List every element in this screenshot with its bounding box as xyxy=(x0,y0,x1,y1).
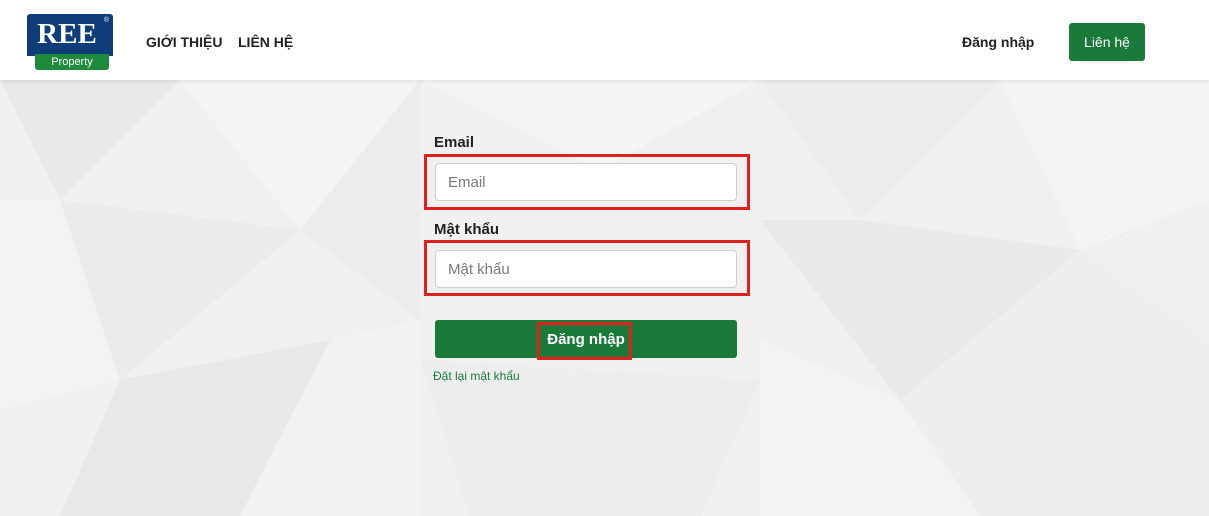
logo-registered-mark: ® xyxy=(103,17,109,24)
email-label: Email xyxy=(434,134,475,151)
login-background xyxy=(0,80,1209,516)
ree-property-logo[interactable]: REE ® Property xyxy=(27,14,113,72)
top-navbar: REE ® Property GIỚI THIỆU LIÊN HỆ Đăng n… xyxy=(0,0,1209,80)
nav-link-contact[interactable]: LIÊN HỆ xyxy=(238,33,293,51)
header-contact-button[interactable]: Liên hệ xyxy=(1069,23,1145,61)
nav-link-about[interactable]: GIỚI THIỆU xyxy=(146,33,223,51)
polygon-background-pattern xyxy=(0,80,1209,516)
logo-mark-text: REE xyxy=(37,18,97,50)
reset-password-link[interactable]: Đặt lại mật khẩu xyxy=(433,369,520,383)
login-submit-button[interactable]: Đăng nhập xyxy=(435,320,737,358)
email-input[interactable] xyxy=(435,163,737,201)
header-login-link[interactable]: Đăng nhập xyxy=(962,33,1034,51)
password-label: Mật khẩu xyxy=(434,221,500,238)
logo-top-block: REE ® xyxy=(27,14,113,56)
logo-subtitle: Property xyxy=(35,54,109,70)
password-input[interactable] xyxy=(435,250,737,288)
